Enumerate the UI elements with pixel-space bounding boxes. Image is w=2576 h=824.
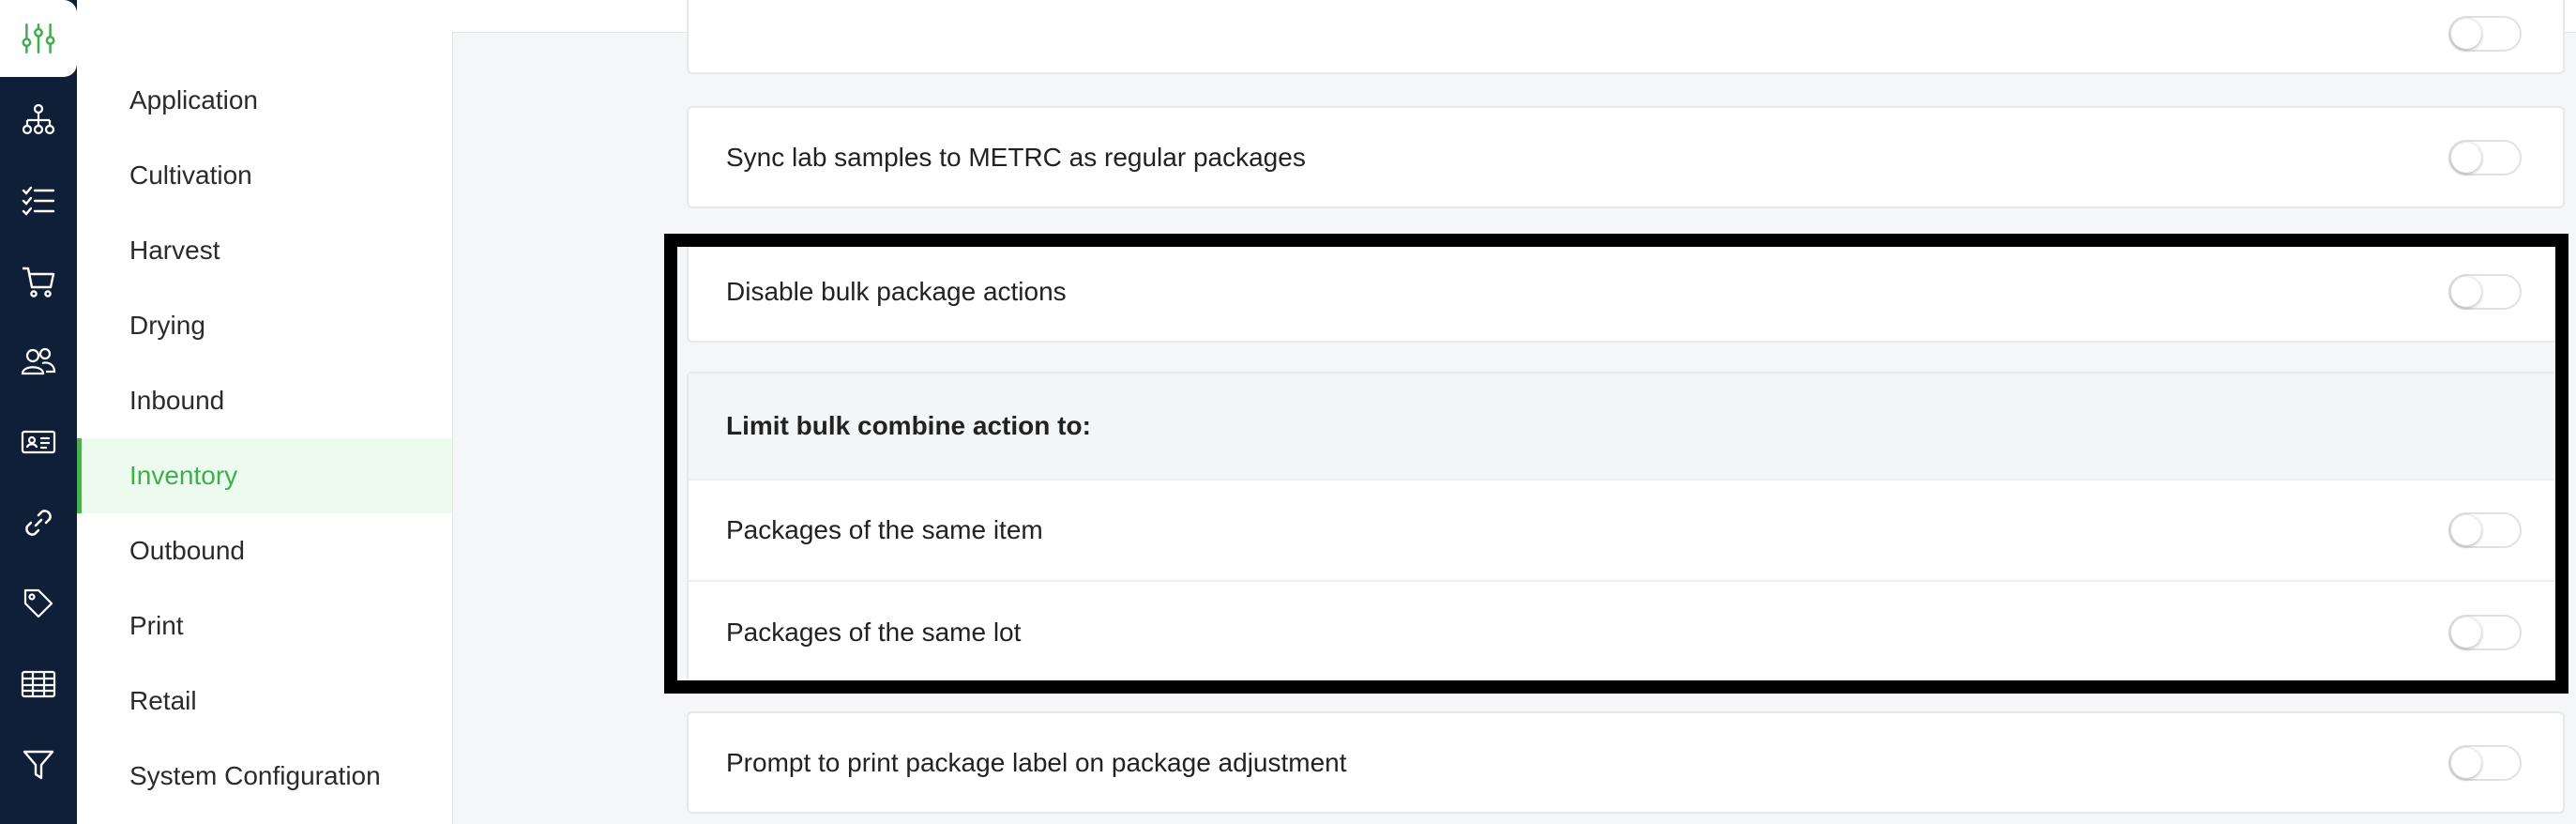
link-icon xyxy=(25,510,52,536)
submenu-item-inbound[interactable]: Inbound xyxy=(77,363,452,438)
cart-nav-button[interactable] xyxy=(0,253,77,310)
same-item-toggle[interactable] xyxy=(2448,512,2522,548)
partial-toggle[interactable] xyxy=(2448,16,2522,52)
filter-icon xyxy=(23,750,54,780)
settings-submenu: Application Cultivation Harvest Drying I… xyxy=(77,32,453,824)
disable-bulk-toggle[interactable] xyxy=(2448,273,2522,310)
setting-row-same-item: Packages of the same item xyxy=(689,479,2563,580)
setting-label: Prompt to print package label on package… xyxy=(726,747,1347,777)
submenu-item-system-configuration[interactable]: System Configuration xyxy=(77,739,452,814)
prompt-print-toggle[interactable] xyxy=(2448,744,2522,781)
org-chart-nav-button[interactable] xyxy=(0,92,77,148)
cart-icon xyxy=(23,267,55,298)
setting-label: Packages of the same item xyxy=(726,515,1043,544)
users-nav-button[interactable] xyxy=(0,333,77,389)
link-nav-button[interactable] xyxy=(0,495,77,551)
setting-label: Packages of the same lot xyxy=(726,617,1022,647)
submenu-item-harvest[interactable]: Harvest xyxy=(77,213,452,288)
submenu-item-drying[interactable]: Drying xyxy=(77,288,452,363)
sync-lab-samples-toggle[interactable] xyxy=(2448,139,2522,175)
toggle-knob xyxy=(2451,515,2481,545)
submenu-item-cultivation[interactable]: Cultivation xyxy=(77,138,452,213)
setting-card-prompt-print: Prompt to print package label on package… xyxy=(687,711,2565,814)
org-chart-icon xyxy=(22,103,55,135)
setting-row-prompt-print: Prompt to print package label on package… xyxy=(689,713,2563,812)
submenu-item-inventory[interactable]: Inventory xyxy=(77,438,452,513)
table-icon xyxy=(21,670,56,698)
toggle-knob xyxy=(2451,747,2481,778)
section-header-label: Limit bulk combine action to: xyxy=(726,411,1091,440)
setting-card-limit-bulk-combine: Limit bulk combine action to: Packages o… xyxy=(687,372,2565,684)
setting-card-disable-bulk: Disable bulk package actions xyxy=(687,240,2565,343)
toggle-knob xyxy=(2451,142,2481,173)
filter-nav-button[interactable] xyxy=(0,737,77,793)
checklist-icon xyxy=(22,186,55,216)
submenu-item-retail[interactable]: Retail xyxy=(77,664,452,739)
submenu-item-print[interactable]: Print xyxy=(77,588,452,664)
table-nav-button[interactable] xyxy=(0,656,77,712)
tags-icon xyxy=(23,588,53,618)
submenu-item-application[interactable]: Application xyxy=(77,63,452,138)
same-lot-toggle[interactable] xyxy=(2448,614,2522,650)
section-header-limit-bulk-combine: Limit bulk combine action to: xyxy=(689,374,2563,479)
sliders-icon xyxy=(22,23,55,53)
submenu-item-outbound[interactable]: Outbound xyxy=(77,513,452,588)
toggle-knob xyxy=(2451,617,2481,648)
id-card-nav-button[interactable] xyxy=(0,414,77,470)
setting-card-sync-lab-samples: Sync lab samples to METRC as regular pac… xyxy=(687,106,2565,208)
users-icon xyxy=(21,347,56,375)
toggle-knob xyxy=(2451,276,2481,307)
toggle-knob xyxy=(2451,19,2481,49)
checklist-nav-button[interactable] xyxy=(0,173,77,229)
setting-row-same-lot: Packages of the same lot xyxy=(689,580,2563,682)
icon-rail xyxy=(0,0,77,824)
setting-card-partial xyxy=(687,0,2565,74)
setting-label: Disable bulk package actions xyxy=(726,276,1067,306)
tags-nav-button[interactable] xyxy=(0,575,77,632)
setting-row-disable-bulk: Disable bulk package actions xyxy=(689,242,2563,341)
id-card-icon xyxy=(21,430,56,454)
settings-nav-button[interactable] xyxy=(0,0,77,77)
setting-row-sync-lab-samples: Sync lab samples to METRC as regular pac… xyxy=(689,108,2563,206)
setting-label: Sync lab samples to METRC as regular pac… xyxy=(726,142,1306,172)
